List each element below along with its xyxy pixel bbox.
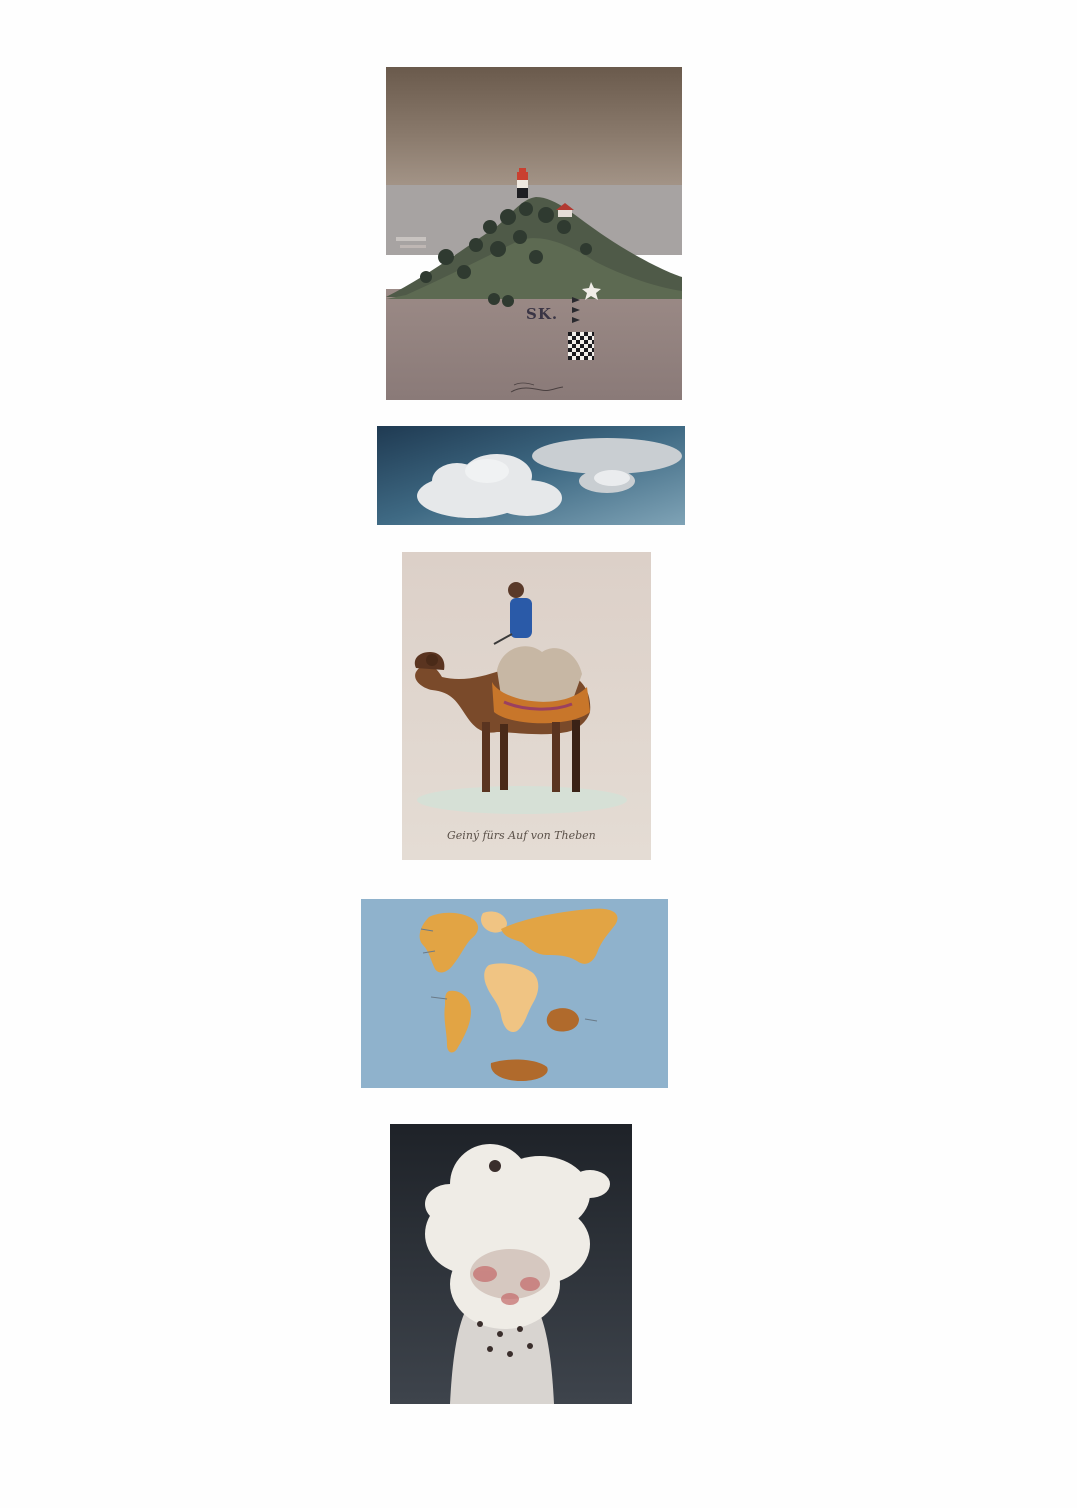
world-map-image xyxy=(361,899,668,1088)
camel-painting-card: Geiný fürs Auf von Theben xyxy=(402,552,651,860)
clouds-photo-image xyxy=(377,426,685,525)
porcelain-sculpture-image xyxy=(390,1124,632,1404)
lighthouse-painting-image: SK. xyxy=(386,67,682,400)
scanned-page: SK. Geiný fürs Auf von Theben xyxy=(0,0,1077,1508)
sk-label: SK. xyxy=(526,305,558,323)
world-map-card xyxy=(361,899,668,1088)
lighthouse-painting-card: SK. xyxy=(386,67,682,400)
camel-painting-image: Geiný fürs Auf von Theben xyxy=(402,552,651,860)
porcelain-sculpture-card xyxy=(390,1124,632,1404)
camel-caption: Geiný fürs Auf von Theben xyxy=(447,829,596,842)
clouds-photo-card xyxy=(377,426,685,525)
